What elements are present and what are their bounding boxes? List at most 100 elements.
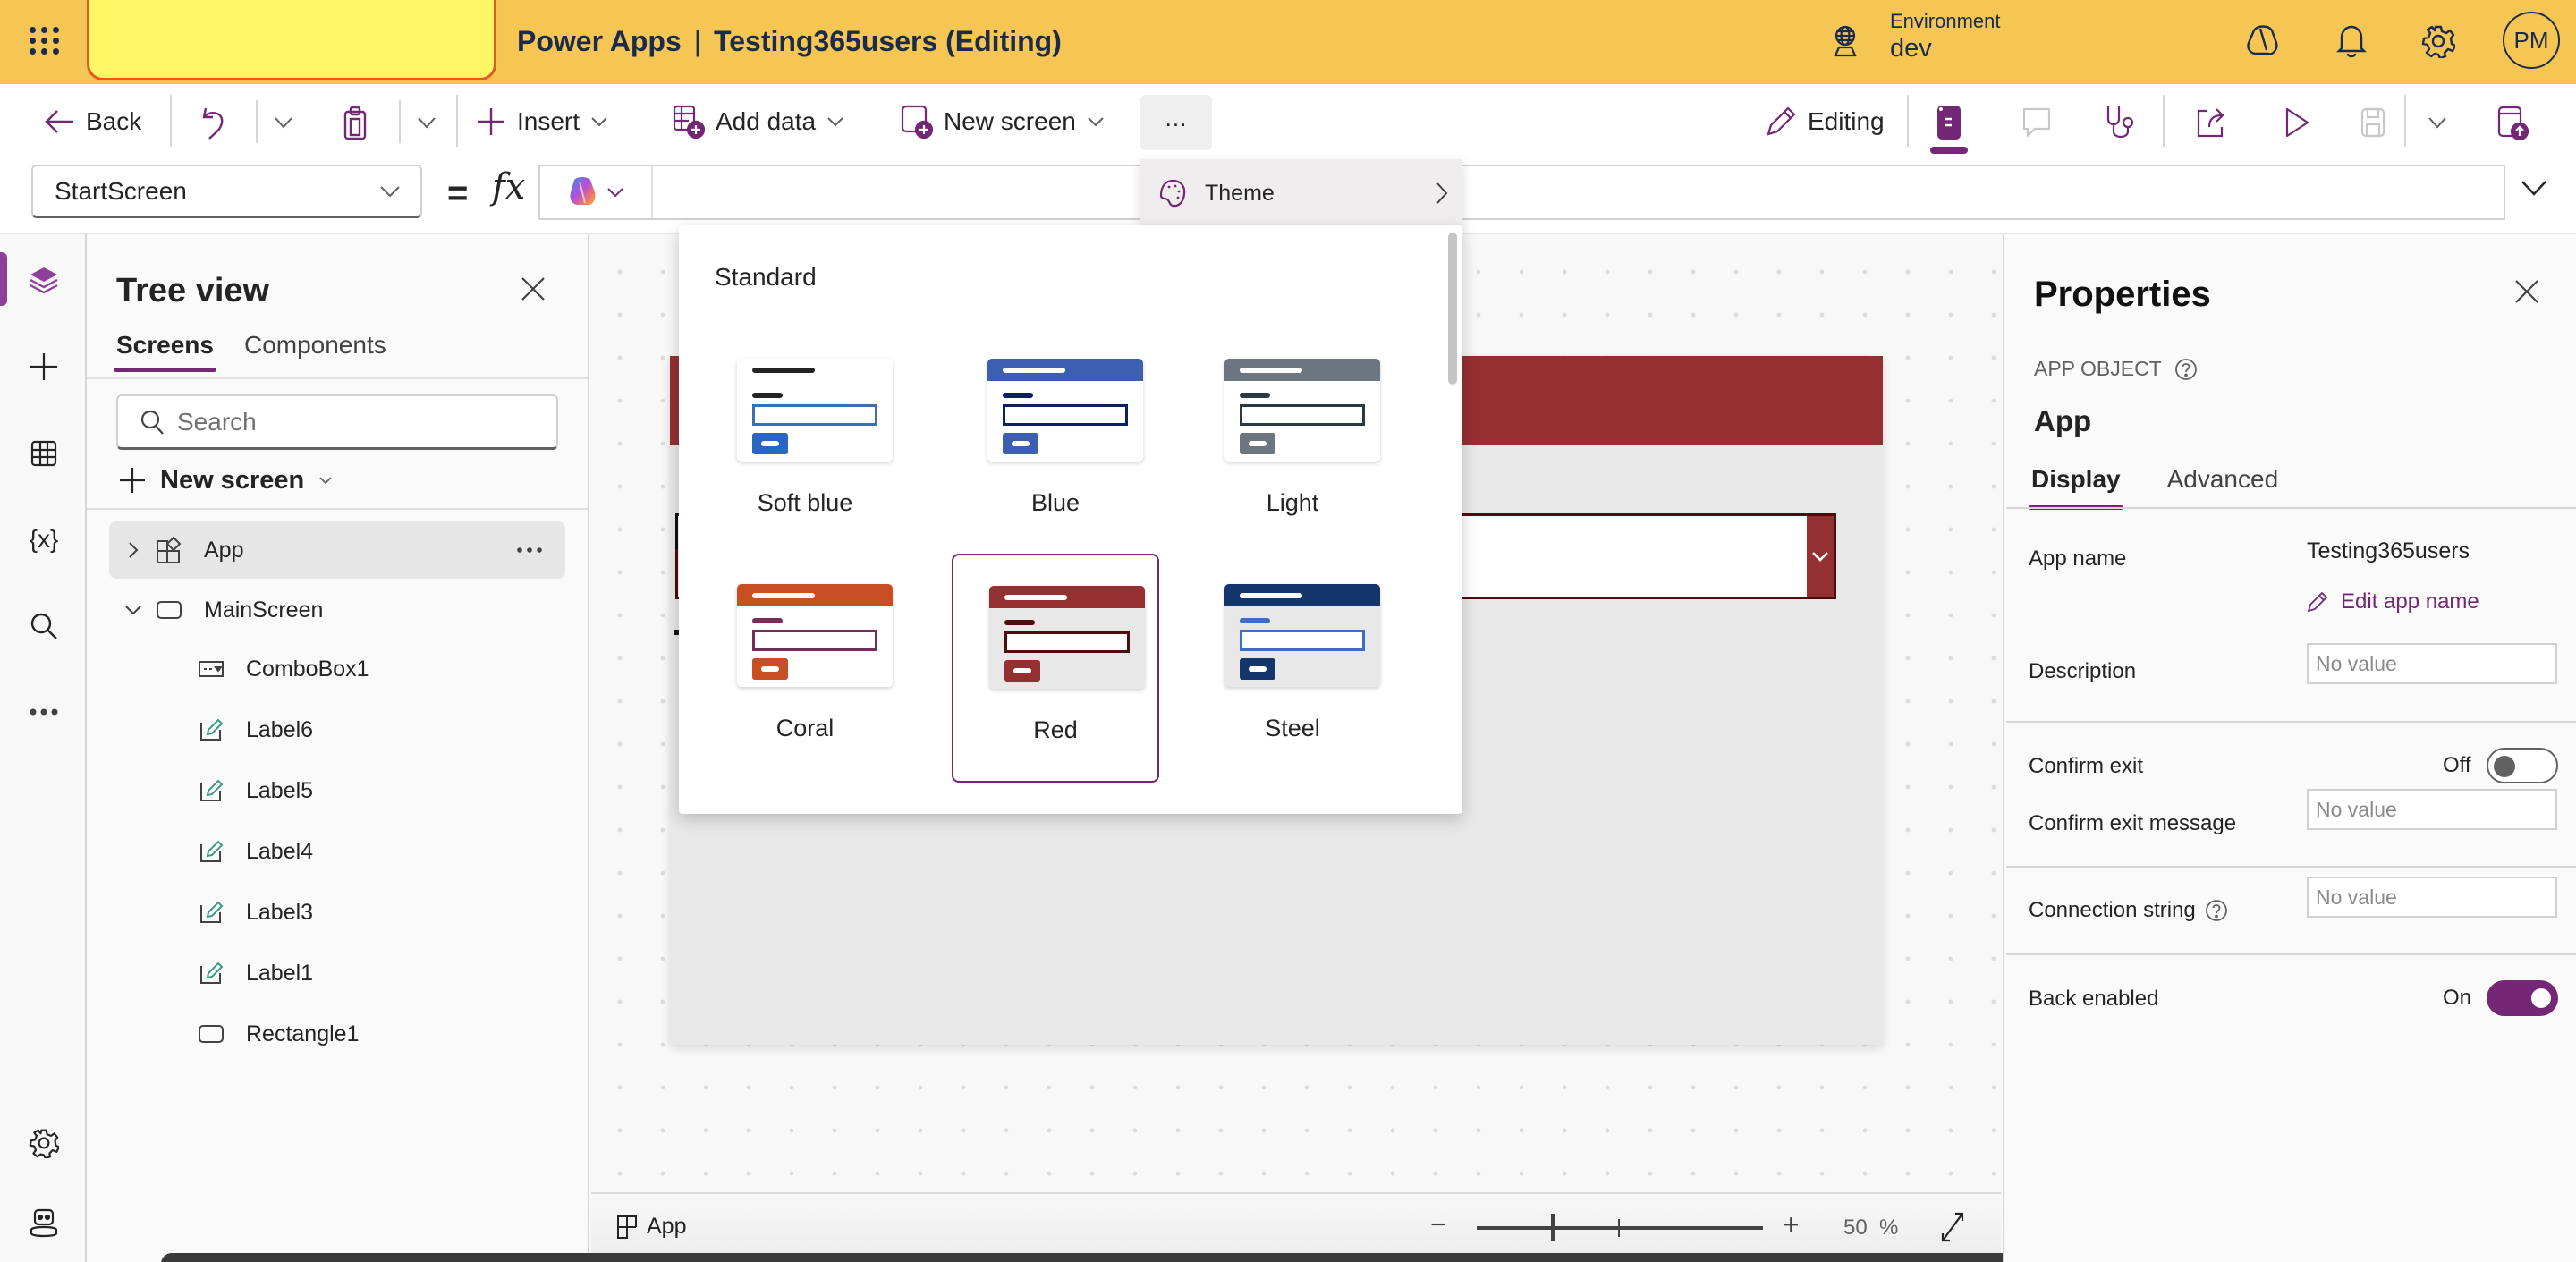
chevron-down-icon[interactable] [124,605,142,615]
more-options-icon[interactable] [517,547,542,553]
tree-item-rectangle1[interactable]: Rectangle1 [196,1005,554,1063]
insert-button[interactable]: Insert [476,97,608,147]
tree-item-label: MainScreen [204,597,324,623]
rail-tree-view[interactable] [21,258,66,303]
zoom-slider-thumb[interactable] [1551,1214,1555,1241]
settings-gear-icon[interactable] [2419,21,2458,61]
undo-button[interactable] [191,100,236,145]
tree-item-label1[interactable]: Label1 [196,944,554,1002]
insert-label: Insert [517,107,580,135]
property-dropdown[interactable]: StartScreen [31,165,422,218]
theme-option-blue[interactable]: Blue [952,328,1159,557]
theme-preview-input [1003,404,1128,426]
rail-variables-icon[interactable]: {x} [21,517,66,562]
divider [87,377,588,379]
back-button[interactable]: Back [45,97,141,147]
chevron-right-icon[interactable] [128,541,139,559]
divider [2006,507,2576,509]
copilot-icon[interactable] [2242,21,2282,61]
tab-advanced[interactable]: Advanced [2167,465,2279,504]
zoom-in-button[interactable]: + [1783,1208,1800,1241]
label-edit-icon [200,840,224,862]
paste-dropdown[interactable] [404,100,449,145]
theme-option-soft-blue[interactable]: Soft blue [701,328,909,557]
app-title: Power Apps | Testing365users (Editing) [517,25,1062,58]
theme-preview-thumbnail [987,359,1143,462]
add-data-button[interactable]: Add data [673,97,844,147]
search-placeholder: Search [177,407,257,436]
tree-search-input[interactable]: Search [116,394,558,450]
tree-item-combobox1[interactable]: ComboBox1 [196,640,554,698]
theme-option-coral[interactable]: Coral [701,554,909,783]
user-avatar[interactable]: PM [2503,12,2560,69]
paste-button[interactable] [333,100,377,145]
edit-app-name-link[interactable]: Edit app name [2307,589,2479,614]
new-screen-button[interactable]: New screen [119,458,333,503]
publish-button[interactable] [2490,100,2535,145]
theme-option-steel[interactable]: Steel [1189,554,1396,783]
more-commands-button[interactable]: ... [1140,95,1212,150]
selected-object-label: App [647,1214,687,1239]
share-button[interactable] [2189,100,2233,145]
tree-item-app[interactable]: App [109,521,565,579]
preview-play-button[interactable] [2275,100,2319,145]
notifications-bell-icon[interactable] [2332,21,2371,61]
app-checker-button[interactable] [2099,100,2144,145]
description-input[interactable]: No value [2307,643,2557,684]
rail-virtual-agent[interactable] [21,1201,66,1246]
tree-item-label3[interactable]: Label3 [196,884,554,941]
expand-formula-bar-icon[interactable] [2521,179,2547,197]
tab-display[interactable]: Display [2029,465,2123,510]
zoom-slider[interactable] [1477,1226,1763,1230]
flyout-scrollbar[interactable] [1448,233,1457,385]
tree-item-label4[interactable]: Label4 [196,823,554,880]
app-launcher-icon[interactable] [27,24,59,56]
tab-components[interactable]: Components [244,331,386,372]
tree-item-mainscreen[interactable]: MainScreen [120,581,567,639]
clipboard-icon [343,106,367,140]
copilot-formula-button[interactable] [540,166,653,218]
rail-more[interactable] [21,690,66,734]
rail-search[interactable] [21,604,66,648]
rail-data[interactable] [21,431,66,476]
fit-to-window-icon[interactable] [1939,1212,1966,1242]
tree-item-label: Label5 [246,777,314,803]
editing-mode-button[interactable]: Editing [1765,97,1885,147]
confirm-exit-message-input[interactable]: No value [2307,789,2557,830]
tab-screens[interactable]: Screens [114,331,216,372]
label-edit-icon [200,961,224,984]
theme-preview-input [752,630,877,651]
confirm-exit-toggle[interactable] [2487,748,2558,783]
back-enabled-toggle[interactable] [2487,980,2558,1016]
rail-insert[interactable] [21,344,66,389]
theme-option-light[interactable]: Light [1189,328,1396,557]
theme-option-red[interactable]: Red [952,554,1159,783]
help-icon[interactable] [2174,358,2198,381]
environment-value[interactable]: dev [1890,34,1932,64]
close-icon[interactable] [2514,279,2539,304]
tree-item-label5[interactable]: Label5 [196,762,554,819]
save-button[interactable] [2351,100,2395,145]
screen-icon [157,601,182,619]
combobox-dropdown-button[interactable] [1807,516,1834,597]
tree-item-label6[interactable]: Label6 [196,701,554,758]
zoom-out-button[interactable]: − [1430,1210,1446,1241]
overflow-menu-item-theme[interactable]: Theme [1140,159,1462,227]
help-icon[interactable] [2205,899,2228,922]
rail-settings[interactable] [21,1121,66,1165]
combobox-icon [199,661,224,677]
selected-object-indicator[interactable]: App [616,1214,686,1240]
zoom-slider-tick [1618,1219,1620,1237]
close-icon[interactable] [520,275,547,302]
theme-preview-label [1240,618,1270,623]
app-checker-panel-button[interactable] [1927,100,1971,145]
chevron-down-icon [319,477,332,485]
comments-button[interactable] [2014,100,2059,145]
connection-string-input[interactable]: No value [2307,877,2557,918]
new-screen-button[interactable]: New screen [901,97,1105,147]
undo-dropdown[interactable] [261,100,306,145]
environment-icon[interactable] [1828,23,1862,59]
save-options-dropdown[interactable] [2415,100,2460,145]
divider [2404,95,2406,147]
formula-input[interactable] [538,165,2505,220]
